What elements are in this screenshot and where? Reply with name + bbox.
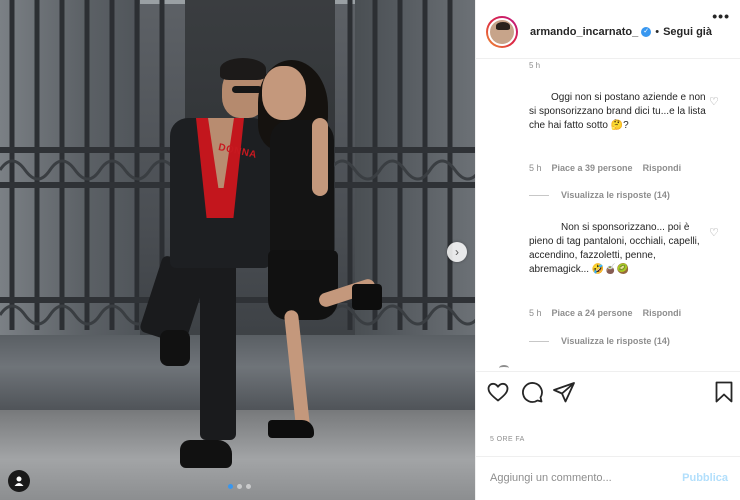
- comment-like-heart-icon[interactable]: ♡: [709, 96, 721, 108]
- header-separator: •: [655, 26, 660, 38]
- man-hair: [220, 58, 266, 80]
- bookmark-icon[interactable]: [712, 380, 736, 404]
- heart-icon[interactable]: [486, 380, 510, 404]
- man-leg-right: [200, 260, 236, 440]
- post-actions: [486, 380, 736, 406]
- comment-meta: 5 h Piace a 24 persone Rispondi: [529, 308, 681, 318]
- comment-text: Oggi non si postano aziende e non si spo…: [529, 92, 706, 131]
- comment-likes[interactable]: Piace a 39 persone: [552, 163, 633, 173]
- woman-arm: [312, 118, 328, 196]
- user-glyph: [14, 476, 24, 486]
- photo-ledge: [0, 335, 475, 415]
- comments-list[interactable]: 5 h Oggi non si postano aziende e non si…: [476, 59, 740, 371]
- post-photo[interactable]: DONNA ›: [0, 0, 475, 500]
- woman-skirt: [268, 250, 338, 320]
- comment-meta: 5 h Piace a 39 persone Rispondi: [529, 163, 681, 173]
- comment-icon[interactable]: [520, 380, 544, 404]
- comment-time: 5 h: [529, 308, 542, 318]
- comment-time: 5 h: [529, 163, 542, 173]
- comment-text: Non si sponsorizzano... poi è pieno di t…: [529, 222, 700, 275]
- man-shoe-back: [160, 330, 190, 366]
- woman-heel-raised: [352, 284, 382, 310]
- reply-button[interactable]: Rispondi: [643, 163, 682, 173]
- avatar-image: [488, 18, 516, 46]
- carousel-dot-active: [228, 484, 233, 489]
- comment-likes[interactable]: Piace a 24 persone: [552, 308, 633, 318]
- divider: [476, 371, 740, 372]
- more-options-icon[interactable]: •••: [712, 8, 730, 24]
- replies-line: [529, 340, 549, 342]
- post-time[interactable]: 5 ore fa: [490, 436, 525, 443]
- view-replies-button[interactable]: Visualizza le risposte (14): [529, 190, 670, 200]
- follow-button[interactable]: Segui già: [663, 26, 712, 38]
- view-replies-label: Visualizza le risposte (14): [561, 336, 670, 346]
- post-side-panel: armando_incarnato_ ✓ • Segui già ••• 5 h…: [475, 0, 740, 500]
- divider: [476, 456, 740, 457]
- woman-head: [262, 66, 306, 120]
- share-icon[interactable]: [552, 380, 576, 404]
- username[interactable]: armando_incarnato_: [530, 26, 638, 38]
- chevron-right-icon[interactable]: ›: [447, 242, 467, 262]
- carousel-dots: [228, 484, 251, 489]
- view-replies-button[interactable]: Visualizza le risposte (14): [529, 336, 670, 346]
- add-comment-input[interactable]: Aggiungi un commento...: [490, 472, 612, 484]
- avatar[interactable]: [486, 16, 518, 48]
- comment-like-heart-icon[interactable]: ♡: [709, 227, 721, 239]
- reply-button[interactable]: Rispondi: [643, 308, 682, 318]
- view-replies-label: Visualizza le risposte (14): [561, 190, 670, 200]
- man-sunglasses: [232, 86, 262, 93]
- woman-heel: [268, 420, 314, 438]
- publish-button[interactable]: Pubblica: [682, 472, 728, 484]
- verified-icon: ✓: [641, 27, 652, 37]
- replies-line: [529, 194, 549, 196]
- carousel-dot: [246, 484, 251, 489]
- man-shoe: [180, 440, 232, 468]
- carousel-dot: [237, 484, 242, 489]
- user-icon[interactable]: [8, 470, 30, 492]
- post-header: armando_incarnato_ ✓ • Segui già: [476, 10, 740, 54]
- comment-time: 5 h: [529, 61, 541, 70]
